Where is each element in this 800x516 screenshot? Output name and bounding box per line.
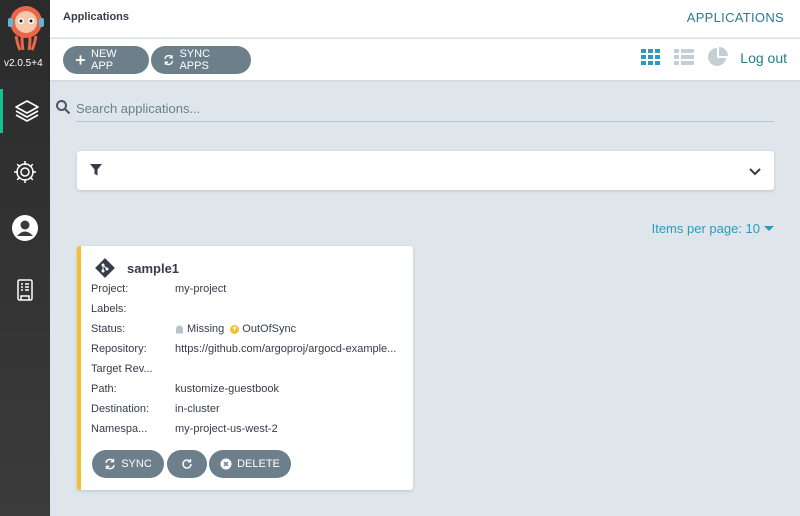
field-key: Path: bbox=[91, 383, 117, 395]
field-target-revision: Target Rev... bbox=[91, 363, 405, 375]
field-key: Target Rev... bbox=[91, 363, 153, 375]
sidebar-item-docs[interactable] bbox=[0, 268, 50, 312]
sidebar-item-applications[interactable] bbox=[0, 89, 50, 133]
field-labels: Labels: bbox=[91, 303, 405, 315]
chevron-down-icon[interactable] bbox=[748, 164, 762, 178]
layers-icon bbox=[14, 100, 39, 122]
git-icon bbox=[95, 258, 115, 278]
field-repository: Repository: https://github.com/argoproj/… bbox=[91, 343, 405, 355]
items-per-page-label: Items per page: 10 bbox=[651, 221, 760, 236]
items-per-page-selector[interactable]: Items per page: 10 bbox=[652, 221, 774, 236]
docs-icon bbox=[17, 279, 33, 301]
field-key: Labels: bbox=[91, 303, 127, 315]
summary-pie-icon[interactable] bbox=[707, 46, 729, 68]
field-value: my-project bbox=[175, 283, 227, 295]
field-value bbox=[175, 363, 405, 375]
health-status: Missing bbox=[187, 323, 225, 335]
sidebar-item-settings[interactable] bbox=[0, 150, 50, 194]
refresh-button[interactable] bbox=[167, 450, 207, 478]
sync-icon bbox=[164, 55, 174, 65]
times-circle-icon bbox=[220, 458, 232, 470]
out-of-sync-icon bbox=[230, 324, 240, 334]
field-key: Project: bbox=[91, 283, 129, 295]
search-icon bbox=[56, 100, 71, 115]
field-key: Repository: bbox=[91, 343, 147, 355]
sync-icon bbox=[105, 458, 115, 470]
gear-icon bbox=[14, 161, 36, 183]
section-title: APPLICATIONS bbox=[686, 10, 784, 25]
tiles-view-icon[interactable] bbox=[640, 46, 662, 68]
new-app-button[interactable]: NEW APP bbox=[63, 46, 149, 74]
sync-button[interactable]: SYNC bbox=[92, 450, 164, 478]
search-input[interactable] bbox=[76, 96, 774, 122]
sync-status: OutOfSync bbox=[242, 323, 297, 335]
app-name[interactable]: sample1 bbox=[127, 261, 179, 276]
sidebar: v2.0.5+4 bbox=[0, 0, 50, 516]
delete-button[interactable]: DELETE bbox=[209, 450, 291, 478]
logout-link[interactable]: Log out bbox=[740, 50, 787, 66]
new-app-label: NEW APP bbox=[91, 48, 117, 72]
toolbar: NEW APP SYNC APPS Log out bbox=[50, 39, 800, 80]
field-value: in-cluster bbox=[175, 403, 220, 415]
sync-button-label: SYNC bbox=[121, 458, 152, 470]
page-title: Applications bbox=[63, 11, 130, 23]
caret-down-icon bbox=[764, 226, 774, 231]
top-bar: Applications APPLICATIONS bbox=[50, 0, 800, 38]
argo-logo-icon[interactable] bbox=[6, 4, 46, 52]
field-key: Namespa... bbox=[91, 423, 148, 435]
version-label: v2.0.5+4 bbox=[4, 58, 43, 69]
filter-icon bbox=[90, 164, 102, 176]
field-value: my-project-us-west-2 bbox=[175, 423, 278, 435]
sync-apps-button[interactable]: SYNC APPS bbox=[151, 46, 251, 74]
refresh-icon bbox=[182, 459, 192, 469]
field-namespace: Namespa... my-project-us-west-2 bbox=[91, 423, 405, 435]
list-view-icon[interactable] bbox=[673, 46, 695, 68]
field-value: kustomize-guestbook bbox=[175, 383, 279, 395]
sidebar-item-user-info[interactable] bbox=[0, 206, 50, 250]
app-tile[interactable]: sample1 Project: my-project Labels: Stat… bbox=[77, 246, 413, 490]
sync-apps-label: SYNC APPS bbox=[179, 48, 211, 72]
field-project: Project: my-project bbox=[91, 283, 405, 295]
filters-panel[interactable] bbox=[77, 151, 774, 190]
field-path: Path: kustomize-guestbook bbox=[91, 383, 405, 395]
field-destination: Destination: in-cluster bbox=[91, 403, 405, 415]
plus-icon bbox=[75, 55, 86, 65]
field-key: Destination: bbox=[91, 403, 150, 415]
user-icon bbox=[12, 215, 38, 241]
app-tile-header: sample1 bbox=[95, 258, 179, 278]
ghost-missing-icon bbox=[176, 325, 183, 334]
field-value: Missing OutOfSync bbox=[175, 323, 405, 335]
field-status: Status: Missing OutOfSync bbox=[91, 323, 405, 335]
field-value: https://github.com/argoproj/argocd-examp… bbox=[175, 343, 397, 355]
field-value bbox=[175, 303, 405, 315]
delete-button-label: DELETE bbox=[237, 458, 280, 470]
field-key: Status: bbox=[91, 323, 126, 335]
